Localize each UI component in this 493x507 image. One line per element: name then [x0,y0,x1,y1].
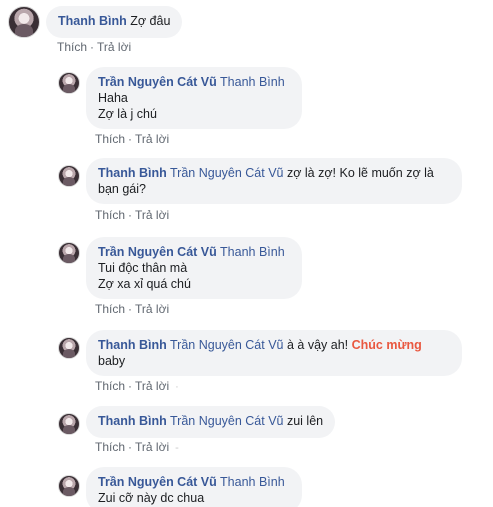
separator: · [128,440,133,454]
author-name[interactable]: Thanh Bình [98,166,167,180]
comment-text: bạn gái? [98,182,146,196]
comment-text: à à vậy ah! [286,338,349,352]
mention-link[interactable]: Thanh Bình [220,75,285,89]
avatar[interactable] [58,165,80,187]
like-link[interactable]: Thích [57,40,87,54]
reply-link[interactable]: Trả lời [135,302,169,316]
mention-link[interactable]: Trần Nguyên Cát Vũ [170,414,283,428]
author-name[interactable]: Trần Nguyên Cát Vũ [98,75,217,89]
reply-link[interactable]: Trả lời [135,208,169,222]
author-name[interactable]: Trần Nguyên Cát Vũ [98,245,217,259]
comment-bubble: Thanh Bình Trần Nguyên Cát Vũ zui lên [86,406,336,438]
reply-link[interactable]: Trả lời [135,440,169,454]
author-name[interactable]: Thanh Bình [98,338,167,352]
author-name[interactable]: Trần Nguyên Cát Vũ [98,475,217,489]
separator: · [90,40,95,54]
comment-bubble: Trần Nguyên Cát Vũ Thanh Bình Tui độc th… [86,237,302,299]
mention-link[interactable]: Thanh Bình [220,245,285,259]
like-link[interactable]: Thích [95,132,125,146]
comment-bubble: Trần Nguyên Cát Vũ Thanh Bình Haha Zợ là… [86,67,302,129]
author-name[interactable]: Thanh Bình [58,14,127,28]
like-link[interactable]: Thích [95,440,125,454]
comment-text: Zợ là j chú [98,107,157,121]
comment-bubble: Thanh Bình Trần Nguyên Cát Vũ à à vậy ah… [86,330,462,376]
faded-mark: · [175,381,179,393]
comment-actions: Thích · Trả lời · [95,379,179,393]
comment-text: Tui độc thân mà [98,261,188,275]
comment-text: zợ là zợ! Ko lẽ muốn zợ là [286,166,434,180]
highlighted-text: Chúc mừng [351,338,422,352]
comment-text: Zợ đâu [130,14,171,28]
avatar[interactable] [8,6,40,38]
mention-link[interactable]: Thanh Bình [220,475,285,489]
comment-actions: Thích · Trả lời - [95,440,179,454]
comment-bubble: Thanh Bình Zợ đâu [46,6,183,38]
author-name[interactable]: Thanh Bình [98,414,167,428]
separator: · [128,132,133,146]
avatar[interactable] [58,413,80,435]
comment-text: Zợ xa xỉ quá chú [98,277,191,291]
avatar[interactable] [58,475,80,497]
avatar[interactable] [58,72,80,94]
reply-link[interactable]: Trả lời [135,379,169,393]
mention-link[interactable]: Trần Nguyên Cát Vũ [170,338,283,352]
avatar[interactable] [58,337,80,359]
comment-actions: Thích · Trả lời [95,302,169,316]
comment-text: baby [98,354,126,368]
faded-mark: - [175,442,179,454]
separator: · [128,208,133,222]
comment-text: zui lên [286,414,324,428]
separator: · [128,379,133,393]
comment-actions: Thích · Trả lời [57,40,131,54]
comment-actions: Thích · Trả lời [95,208,169,222]
like-link[interactable]: Thích [95,208,125,222]
separator: · [128,302,133,316]
reply-link[interactable]: Trả lời [97,40,131,54]
comment-text: Zui cỡ này dc chua [98,491,205,505]
comment-actions: Thích · Trả lời [95,132,169,146]
like-link[interactable]: Thích [95,379,125,393]
comment-bubble: Trần Nguyên Cát Vũ Thanh Bình Zui cỡ này… [86,467,302,507]
reply-link[interactable]: Trả lời [135,132,169,146]
mention-link[interactable]: Trần Nguyên Cát Vũ [170,166,283,180]
like-link[interactable]: Thích [95,302,125,316]
avatar[interactable] [58,242,80,264]
comment-bubble: Thanh Bình Trần Nguyên Cát Vũ zợ là zợ! … [86,158,462,204]
comment-text: Haha [98,91,128,105]
